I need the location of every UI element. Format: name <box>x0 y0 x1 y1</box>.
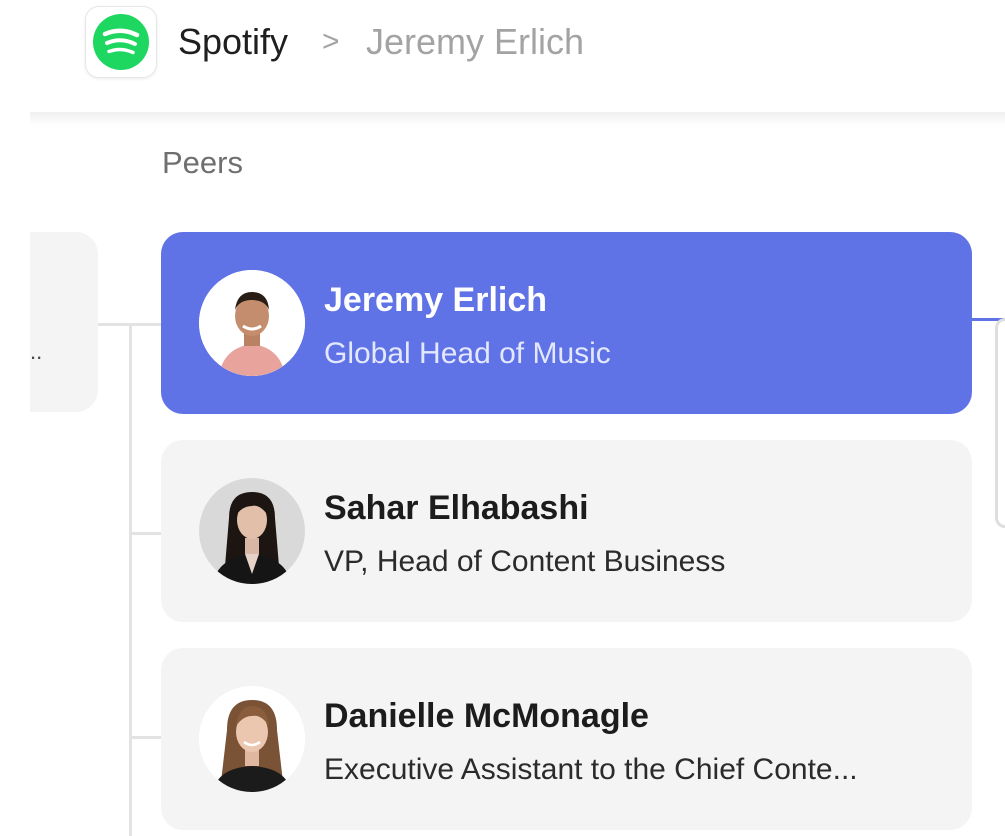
section-title-peers: Peers <box>162 145 243 180</box>
avatar-photo <box>199 270 305 376</box>
breadcrumb-current-person: Jeremy Erlich <box>366 21 585 62</box>
peer-card-danielle-mcmonagle[interactable]: Danielle McMonagle Executive Assistant t… <box>161 648 972 830</box>
peer-name: Jeremy Erlich <box>324 281 548 319</box>
peer-job-title: Global Head of Music <box>324 337 611 370</box>
breadcrumb: Spotify > Jeremy Erlich <box>0 0 1005 118</box>
avatar <box>199 686 305 792</box>
avatar <box>199 270 305 376</box>
breadcrumb-company[interactable]: Spotify <box>178 18 288 66</box>
breadcrumb-separator: > <box>322 25 340 58</box>
manager-card-partial[interactable] <box>30 232 98 412</box>
avatar-photo <box>199 478 305 584</box>
peer-name: Danielle McMonagle <box>324 697 649 735</box>
spotify-logo-icon[interactable] <box>85 6 157 78</box>
peer-name: Sahar Elhabashi <box>324 489 589 527</box>
spotify-logo-graphic <box>93 14 149 70</box>
manager-card-truncated-text: .. <box>30 339 43 364</box>
connector-vertical-trunk <box>129 323 132 836</box>
org-chart-page: Spotify > Jeremy Erlich Peers .. Jeremy … <box>0 0 1005 836</box>
peer-card-jeremy-erlich[interactable]: Jeremy Erlich Global Head of Music <box>161 232 972 414</box>
reports-card-partial[interactable] <box>995 318 1005 528</box>
peer-job-title: VP, Head of Content Business <box>324 545 726 578</box>
peer-job-title: Executive Assistant to the Chief Conte..… <box>324 753 858 786</box>
connector-branch-peer-3 <box>129 736 161 739</box>
avatar <box>199 478 305 584</box>
peer-card-sahar-elhabashi[interactable]: Sahar Elhabashi VP, Head of Content Busi… <box>161 440 972 622</box>
avatar-photo <box>199 686 305 792</box>
connector-branch-peer-2 <box>129 532 161 535</box>
header-divider <box>30 112 1005 126</box>
